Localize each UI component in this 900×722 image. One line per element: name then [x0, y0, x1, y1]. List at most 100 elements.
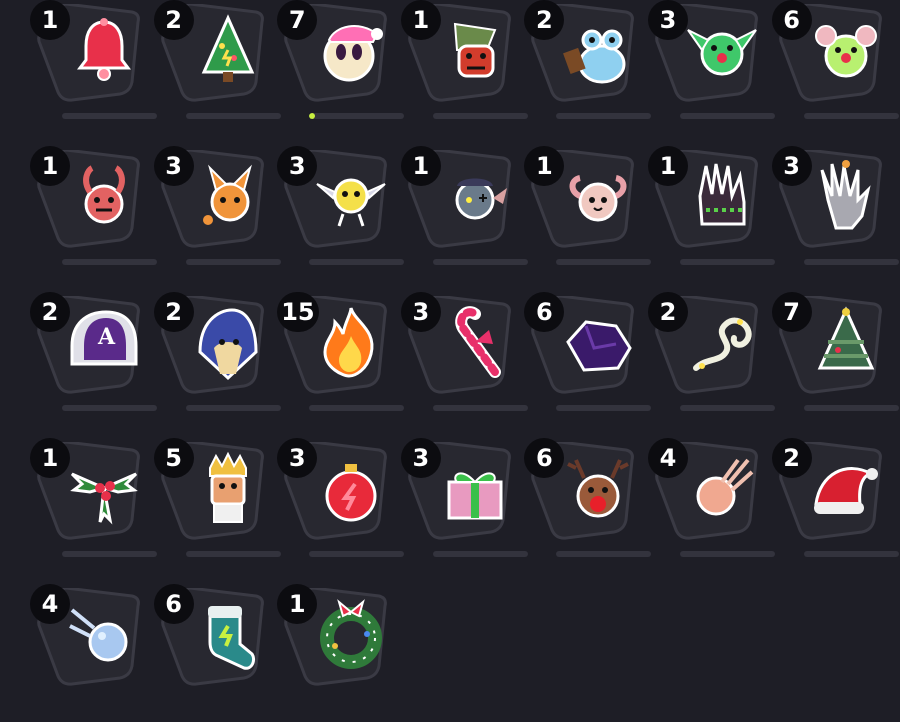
inventory-slot[interactable]: 3	[275, 438, 405, 561]
purple-rock-icon	[566, 320, 633, 372]
count-badge: 6	[771, 0, 812, 40]
inventory-slot[interactable]: 2	[646, 292, 775, 415]
count-badge: 3	[771, 146, 812, 186]
progress-bar	[432, 551, 528, 557]
progress-bar	[185, 113, 281, 119]
progress-bar	[803, 259, 899, 265]
progress-bar	[803, 113, 899, 119]
count-badge: 5	[153, 438, 194, 478]
inventory-slot[interactable]: 1	[522, 146, 652, 269]
count-badge: 3	[277, 438, 318, 478]
progress-fill	[309, 113, 315, 119]
inventory-slot[interactable]: 3	[275, 146, 405, 269]
count-badge: 3	[400, 438, 441, 478]
inventory-slot[interactable]: 3	[646, 0, 775, 123]
santa-face-icon	[323, 25, 384, 82]
inventory-slot[interactable]: 1	[28, 438, 157, 561]
inventory-slot[interactable]: 2	[152, 292, 281, 415]
count-badge: 1	[400, 0, 441, 40]
holly-icon	[70, 472, 138, 525]
count-badge: 1	[30, 0, 70, 40]
progress-bar	[62, 551, 157, 557]
progress-bar	[680, 405, 775, 411]
progress-bar	[556, 259, 652, 265]
inventory-slot[interactable]: 1	[646, 146, 775, 269]
progress-bar	[309, 551, 405, 557]
fire-icon	[323, 307, 374, 378]
count-badge: 4	[648, 438, 688, 478]
inventory-slot[interactable]: 2	[522, 0, 652, 123]
inventory-slot[interactable]: 2	[770, 438, 899, 561]
progress-bar	[309, 113, 405, 119]
progress-bar	[432, 113, 528, 119]
progress-bar	[803, 551, 899, 557]
inventory-slot[interactable]: 1	[399, 0, 528, 123]
inventory-slot[interactable]: 15	[275, 292, 405, 415]
progress-bar	[680, 259, 775, 265]
grey-hand-icon	[820, 160, 871, 230]
gift-box-icon	[447, 472, 503, 520]
inventory-slot[interactable]: 3	[770, 146, 899, 269]
santa-hat-icon	[813, 467, 878, 514]
purple-cap-icon: A	[70, 310, 138, 366]
inventory-slot[interactable]: 3	[399, 438, 528, 561]
inventory-slot[interactable]: 6	[770, 0, 899, 123]
inventory-slot[interactable]: 6	[152, 584, 276, 707]
yellow-sprite-icon	[316, 178, 386, 227]
progress-bar	[185, 551, 281, 557]
green-goblin-icon	[687, 29, 757, 76]
item-grid: 1 2 7 1 2 3 6 1 3 3 1 1 1 3 A 2 2 15 3 6 2 7 1 5 3 3 6 4 2 4 6 1	[0, 0, 900, 722]
inventory-slot[interactable]: 1	[275, 584, 399, 707]
inventory-slot[interactable]: 5	[152, 438, 281, 561]
progress-bar	[185, 405, 281, 411]
progress-bar	[556, 113, 652, 119]
inventory-slot[interactable]: 3	[399, 292, 528, 415]
count-badge: 1	[30, 146, 70, 186]
progress-bar	[62, 113, 157, 119]
count-badge: 6	[153, 584, 194, 624]
svg-text:A: A	[97, 324, 116, 350]
bell-icon	[77, 18, 131, 81]
count-badge: 2	[771, 438, 812, 478]
count-badge: 1	[648, 146, 688, 186]
inventory-slot[interactable]: 2	[152, 0, 281, 123]
christmas-tree-icon	[201, 14, 254, 82]
snowball-icon	[69, 608, 128, 662]
inventory-slot[interactable]: 7	[770, 292, 899, 415]
count-badge: 1	[400, 146, 441, 186]
count-badge: 3	[277, 146, 318, 186]
inventory-slot[interactable]: 1	[28, 0, 157, 123]
stitched-zombie-icon	[455, 178, 507, 220]
progress-bar	[680, 113, 775, 119]
count-badge: 1	[30, 438, 70, 478]
count-badge: 4	[30, 584, 70, 624]
inventory-slot[interactable]: 6	[522, 292, 652, 415]
hooded-wizard-icon	[198, 308, 258, 381]
inventory-slot[interactable]: 4	[646, 438, 775, 561]
white-vine-icon	[693, 317, 752, 371]
inventory-slot[interactable]: A2	[28, 292, 157, 415]
count-badge: 15	[277, 292, 319, 332]
inventory-slot[interactable]: 7	[275, 0, 405, 123]
inventory-slot[interactable]: 1	[28, 146, 157, 269]
reindeer-icon	[567, 459, 630, 518]
snow-frog-icon	[563, 29, 626, 84]
inventory-slot[interactable]: 3	[152, 146, 281, 269]
inventory-slot[interactable]: 1	[399, 146, 528, 269]
count-badge: 2	[30, 292, 70, 332]
peach-comet-icon	[696, 458, 754, 516]
red-ornament-icon	[325, 464, 377, 522]
count-badge: 3	[400, 292, 441, 332]
nutcracker-icon	[208, 451, 247, 523]
progress-bar	[309, 405, 405, 411]
inventory-slot[interactable]: 4	[28, 584, 152, 707]
count-badge: 3	[648, 0, 688, 40]
count-badge: 2	[648, 292, 688, 332]
progress-bar	[556, 551, 652, 557]
progress-bar	[680, 551, 775, 557]
wreath-icon	[320, 599, 383, 669]
candy-cane-icon	[455, 306, 501, 378]
inventory-slot[interactable]: 6	[522, 438, 652, 561]
count-badge: 7	[277, 0, 318, 40]
orange-fox-icon	[202, 164, 252, 225]
